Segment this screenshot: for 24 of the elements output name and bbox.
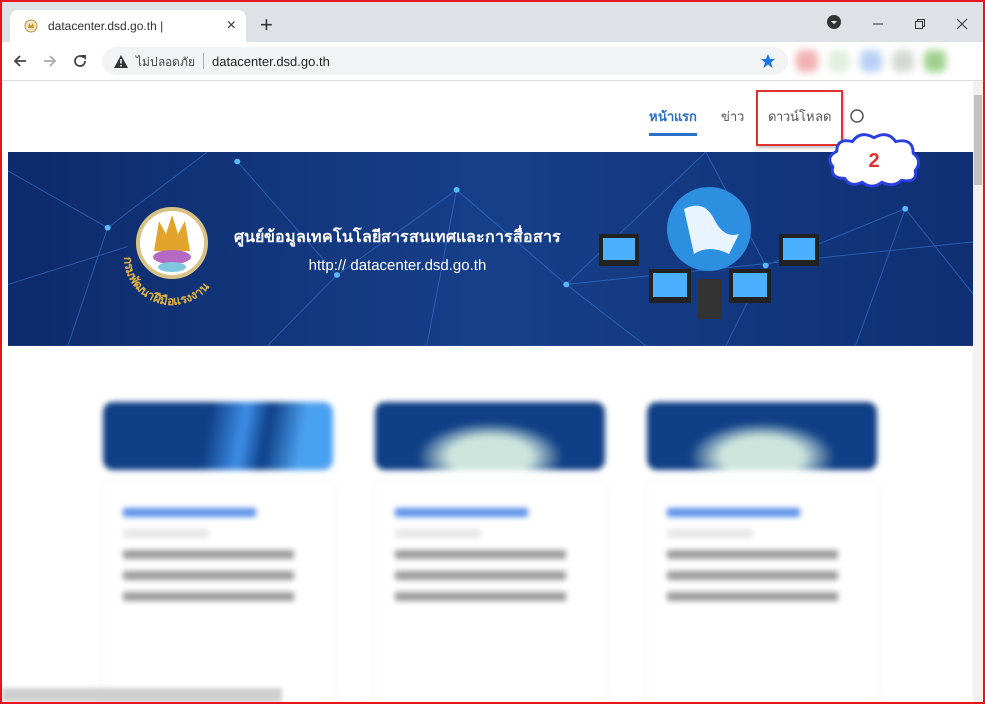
new-tab-button[interactable]: + [260, 12, 273, 38]
profile-icon[interactable] [826, 14, 842, 30]
nav-link[interactable]: ข่าว [721, 100, 744, 136]
blurred-card[interactable] [647, 402, 877, 702]
back-icon[interactable] [12, 53, 28, 69]
blurred-card[interactable] [103, 402, 333, 702]
reload-icon[interactable] [72, 53, 88, 69]
seal-icon [24, 19, 38, 33]
callout-cloud: 2 [825, 130, 923, 188]
tab-close-button[interactable]: × [226, 17, 236, 35]
browser-tab[interactable]: datacenter.dsd.go.th | × [10, 10, 246, 42]
restore-icon[interactable] [914, 18, 926, 30]
banner-url: http:// datacenter.dsd.go.th [308, 257, 486, 274]
blurred-card[interactable] [375, 402, 605, 702]
close-icon[interactable] [956, 18, 968, 30]
url-text: datacenter.dsd.go.th [212, 54, 330, 68]
scrollbar[interactable] [973, 81, 983, 702]
warning-icon [114, 54, 128, 68]
address-bar[interactable]: ไม่ปลอดภัย datacenter.dsd.go.th [102, 47, 788, 75]
security-label: ไม่ปลอดภัย [136, 54, 195, 70]
tab-title: datacenter.dsd.go.th | [48, 19, 164, 33]
star-icon[interactable] [760, 53, 776, 69]
banner-title: ศูนย์ข้อมูลเทคโนโลยีสารสนเทศและการสื่อสาร [234, 224, 561, 250]
nav-link[interactable]: หน้าแรก [649, 100, 697, 136]
